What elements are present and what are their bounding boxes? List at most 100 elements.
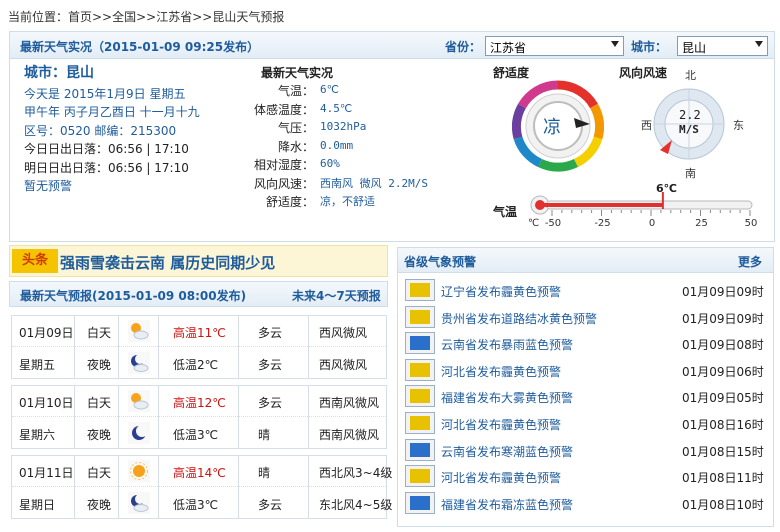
forecast-more-link[interactable]: 未来4～7天预报 xyxy=(292,287,381,304)
city-select[interactable]: 昆山 xyxy=(677,36,768,56)
forecast-wind: 西南风微风 xyxy=(319,396,380,410)
forecast-row-night: 星期五 夜晚 低温2℃ 多云 西风微风 xyxy=(12,348,386,379)
forecast-weekday: 星期日 xyxy=(19,498,56,512)
thermometer-tick-label: 25 xyxy=(695,218,708,229)
forecast-row-day: 01月10日 白天 高温12℃ 多云 西南风微风 xyxy=(12,386,386,417)
forecast-temperature: 高温12℃ xyxy=(173,396,226,410)
warning-time: 01月08日15时 xyxy=(682,444,764,459)
forecast-divider xyxy=(238,316,239,378)
city-select-value: 昆山 xyxy=(682,41,707,55)
forecast-wind: 西风微风 xyxy=(319,326,368,340)
live-observation-value: 60% xyxy=(320,157,340,170)
warning-item[interactable]: 云南省发布暴雨蓝色预警 01月09日08时 xyxy=(405,331,765,357)
haze-yellow-warning-icon xyxy=(405,358,435,381)
haze-yellow-warning-icon xyxy=(405,279,435,301)
chevron-down-icon xyxy=(755,41,763,47)
wind-label: 风向风速 xyxy=(619,66,668,80)
live-observation-key: 风向风速： xyxy=(253,176,314,191)
forecast-row-day: 01月09日 白天 高温11℃ 多云 西风微风 xyxy=(12,316,386,347)
warnings-title: 省级气象预警 xyxy=(404,255,477,269)
live-observation-value: 西南风 微风 2.2M/S xyxy=(320,176,428,190)
forecast-sky: 晴 xyxy=(258,466,271,480)
forecast-divider xyxy=(308,386,309,448)
warning-item[interactable]: 贵州省发布道路结冰黄色预警 01月09日09时 xyxy=(405,305,765,331)
forecast-divider xyxy=(238,456,239,518)
haze-yellow-warning-icon xyxy=(405,465,435,488)
breadcrumb: 当前位置：首页>>全国>>江苏省>>昆山天气预报 xyxy=(8,10,285,24)
warning-link[interactable]: 云南省发布暴雨蓝色预警 xyxy=(441,336,573,353)
current-weather-title: 最新天气实况（2015-01-09 09:25发布） xyxy=(20,40,260,54)
forecast-divider xyxy=(158,316,159,378)
warning-link[interactable]: 河北省发布霾黄色预警 xyxy=(441,363,561,380)
live-observation-row: 舒适度： 凉，不舒适 xyxy=(266,193,375,209)
moon-cloud-icon xyxy=(128,352,150,374)
province-select[interactable]: 江苏省 xyxy=(485,36,624,56)
thermometer-tick-label: 0 xyxy=(648,218,656,229)
warning-link[interactable]: 云南省发布寒潮蓝色预警 xyxy=(441,443,573,460)
chevron-down-icon xyxy=(611,41,619,47)
warning-badge xyxy=(410,469,430,484)
live-observation-value: 1032hPa xyxy=(320,120,367,133)
forecast-period: 白天 xyxy=(87,466,112,480)
today-date: 今天是 2015年1月9日 星期五 xyxy=(24,86,186,101)
warning-link[interactable]: 福建省发布霜冻蓝色预警 xyxy=(441,496,573,513)
warning-time: 01月08日16时 xyxy=(682,418,764,432)
warning-link[interactable]: 福建省发布大雾黄色预警 xyxy=(441,389,573,406)
warning-badge xyxy=(410,336,430,351)
warning-badge xyxy=(410,416,430,430)
headline-tag: 头条 xyxy=(12,249,58,273)
forecast-date: 01月09日 xyxy=(19,326,74,340)
forecast-weekday: 星期六 xyxy=(19,428,56,442)
warning-item[interactable]: 河北省发布霾黄色预警 01月09日06时 xyxy=(405,358,765,384)
forecast-period: 白天 xyxy=(87,396,112,410)
forecast-weekday: 星期五 xyxy=(19,358,56,372)
warning-item[interactable]: 福建省发布大雾黄色预警 01月09日05时 xyxy=(405,384,765,410)
thermometer-tick-label: 50 xyxy=(744,218,758,229)
forecast-wind: 西南风微风 xyxy=(319,428,380,442)
warning-link[interactable]: 河北省发布霾黄色预警 xyxy=(441,416,561,433)
forecast-title: 最新天气预报(2015-01-09 08:00发布) xyxy=(20,289,247,303)
warning-time: 01月09日06时 xyxy=(682,364,764,379)
forecast-divider xyxy=(308,456,309,518)
forecast-wind: 西北风3~4级 xyxy=(319,466,393,480)
haze-yellow-warning-icon xyxy=(405,412,435,434)
warnings-more-link[interactable]: 更多 xyxy=(738,253,762,270)
tomorrow-sunrise-sunset: 明日日出日落：06:56 | 17:10 xyxy=(24,160,189,175)
warning-item[interactable]: 云南省发布寒潮蓝色预警 01月08日15时 xyxy=(405,438,765,464)
warning-item[interactable]: 辽宁省发布霾黄色预警 01月09日09时 xyxy=(405,278,765,304)
forecast-day: 01月10日 白天 高温12℃ 多云 西南风微风 星期六 夜晚 低温3℃ 晴西南风微风 xyxy=(11,385,387,449)
road-ice-yellow-warning-icon xyxy=(405,305,435,328)
live-observation-key: 降水： xyxy=(277,139,314,154)
forecast-sky: 晴 xyxy=(258,428,271,442)
forecast-wind: 西风微风 xyxy=(319,358,368,372)
warning-item[interactable]: 河北省发布霾黄色预警 01月08日16时 xyxy=(405,411,765,437)
forecast-sky: 多云 xyxy=(258,396,283,410)
forecast-wind: 东北风4~5级 xyxy=(319,498,393,512)
warning-time: 01月09日09时 xyxy=(682,285,764,299)
temperature-unit: ℃ xyxy=(528,218,540,229)
live-observation-value: 6℃ xyxy=(320,83,339,96)
forecast-divider xyxy=(74,316,75,378)
partly-cloudy-sun-icon xyxy=(128,390,150,412)
forecast-divider xyxy=(158,456,159,518)
forecast-temperature: 高温11℃ xyxy=(173,326,226,340)
forecast-day: 01月11日 白天 高温14℃ 晴 西北风3~4级 星期日 夜晚 低温3℃ 多云 东北风4~5级 xyxy=(11,455,392,519)
live-observation-key: 气温： xyxy=(277,84,314,98)
warning-item[interactable]: 河北省发布霾黄色预警 01月08日11时 xyxy=(405,464,765,490)
partly-cloudy-sun-icon xyxy=(128,320,150,342)
forecast-day: 01月09日 白天 高温11℃ 多云 西风微风 星期五 夜晚 低温2℃ 多云 西风微风 xyxy=(11,315,387,379)
cold-wave-blue-warning-icon xyxy=(405,438,435,461)
headline-link[interactable]: 强雨雪袭击云南 属历史同期少见 xyxy=(60,252,275,273)
live-observation-row: 降水： 0.0mm xyxy=(278,138,353,154)
forecast-divider xyxy=(118,316,119,378)
warning-link[interactable]: 辽宁省发布霾黄色预警 xyxy=(441,283,561,300)
alert-status-link[interactable]: 暂无预警 xyxy=(24,177,200,196)
rainstorm-blue-warning-icon xyxy=(405,332,435,355)
forecast-period: 夜晚 xyxy=(87,428,112,442)
warning-link[interactable]: 河北省发布霾黄色预警 xyxy=(441,469,561,486)
live-observation-key: 气压： xyxy=(277,121,314,135)
warning-item[interactable]: 福建省发布霜冻蓝色预警 01月08日10时 xyxy=(405,491,765,517)
warning-link[interactable]: 贵州省发布道路结冰黄色预警 xyxy=(441,310,597,327)
temperature-label: 气温 xyxy=(493,205,518,219)
province-select-value: 江苏省 xyxy=(490,41,527,55)
